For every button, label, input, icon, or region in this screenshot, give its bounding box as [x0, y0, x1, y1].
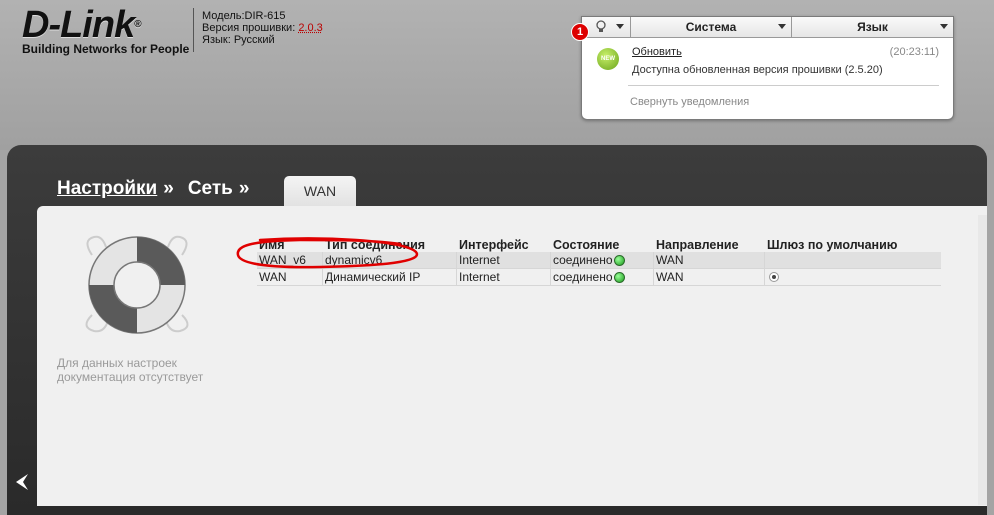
- table-header: Имя Тип соединения Интерфейс Состояние Н…: [257, 237, 941, 252]
- cell-type: Динамический IP: [323, 269, 457, 285]
- breadcrumb-separator: »: [163, 178, 174, 199]
- cell-direction: WAN: [654, 252, 765, 268]
- collapse-notifications-link[interactable]: Свернуть уведомления: [630, 96, 749, 108]
- tab-wan[interactable]: WAN: [284, 176, 356, 206]
- notification-count-badge: 1: [571, 23, 589, 41]
- table-row[interactable]: WAN Динамический IP Internet соединено W…: [257, 269, 941, 286]
- update-link[interactable]: Обновить: [632, 46, 682, 58]
- system-menu-label: Система: [685, 20, 737, 34]
- breadcrumb: Настройки » Сеть »: [57, 178, 263, 200]
- status-ok-icon: [613, 254, 625, 266]
- col-header-state: Состояние: [553, 237, 620, 252]
- cell-type: dynamicv6: [323, 252, 457, 268]
- chevron-down-icon: [616, 24, 624, 29]
- cell-name: WAN_v6: [257, 252, 323, 268]
- model-value: DIR-615: [244, 10, 286, 22]
- status-ok-icon: [613, 271, 625, 283]
- firmware-label: Версия прошивки:: [202, 22, 296, 34]
- lightbulb-icon: [596, 20, 606, 32]
- table-row[interactable]: WAN_v6 dynamicv6 Internet соединено WAN: [257, 252, 941, 269]
- col-header-direction: Направление: [656, 237, 739, 252]
- logo-tagline: Building Networks for People: [22, 42, 190, 56]
- no-documentation-text: Для данных настроек документация отсутст…: [57, 356, 204, 384]
- notification-divider: [628, 85, 939, 86]
- logo-text: D-Link: [22, 4, 135, 46]
- default-gateway-radio[interactable]: [769, 272, 779, 282]
- device-info: Модель:DIR-615 Версия прошивки: 2.0.3 Яз…: [202, 10, 323, 46]
- cell-name: WAN: [257, 269, 323, 285]
- chevron-down-icon: [778, 24, 786, 29]
- content-right-edge: [978, 215, 987, 505]
- header-divider: [193, 8, 194, 52]
- col-header-type: Тип соединения: [325, 237, 426, 252]
- logo-registered-mark: ®: [134, 19, 141, 30]
- new-badge-icon: NEW: [597, 48, 619, 70]
- cell-interface: Internet: [457, 252, 551, 268]
- top-menu: Система Язык: [582, 17, 953, 38]
- lifebuoy-icon: [85, 235, 189, 334]
- language-value: Русский: [233, 34, 275, 46]
- chevron-down-icon: [940, 24, 948, 29]
- notifications-panel: Система Язык NEW Обновить (20:23:11) Дос…: [581, 16, 954, 120]
- col-header-default-gateway: Шлюз по умолчанию: [767, 237, 898, 252]
- notification-text: Доступна обновленная версия прошивки (2.…: [632, 64, 883, 76]
- cell-direction: WAN: [654, 269, 765, 285]
- cell-default-gateway: [765, 252, 941, 268]
- cell-interface: Internet: [457, 269, 551, 285]
- breadcrumb-network[interactable]: Сеть: [188, 178, 233, 200]
- firmware-version-link[interactable]: 2.0.3: [298, 22, 322, 34]
- notifications-toggle[interactable]: [582, 17, 631, 37]
- back-arrow-icon[interactable]: [12, 472, 32, 492]
- language-menu[interactable]: Язык: [792, 17, 953, 37]
- dlink-logo[interactable]: D-Link® Building Networks for People: [22, 6, 189, 56]
- cell-state: соединено: [553, 253, 613, 267]
- notification-time: (20:23:11): [889, 46, 939, 58]
- col-header-name: Имя: [259, 237, 285, 252]
- system-menu[interactable]: Система: [631, 17, 792, 37]
- breadcrumb-settings[interactable]: Настройки: [57, 178, 157, 200]
- cell-state: соединено: [553, 270, 613, 284]
- language-menu-label: Язык: [857, 20, 888, 34]
- model-label: Модель:: [202, 10, 245, 22]
- wan-connections-table: Имя Тип соединения Интерфейс Состояние Н…: [257, 237, 941, 286]
- language-label: Язык:: [202, 34, 231, 46]
- breadcrumb-separator: »: [238, 178, 250, 199]
- col-header-interface: Интерфейс: [459, 237, 529, 252]
